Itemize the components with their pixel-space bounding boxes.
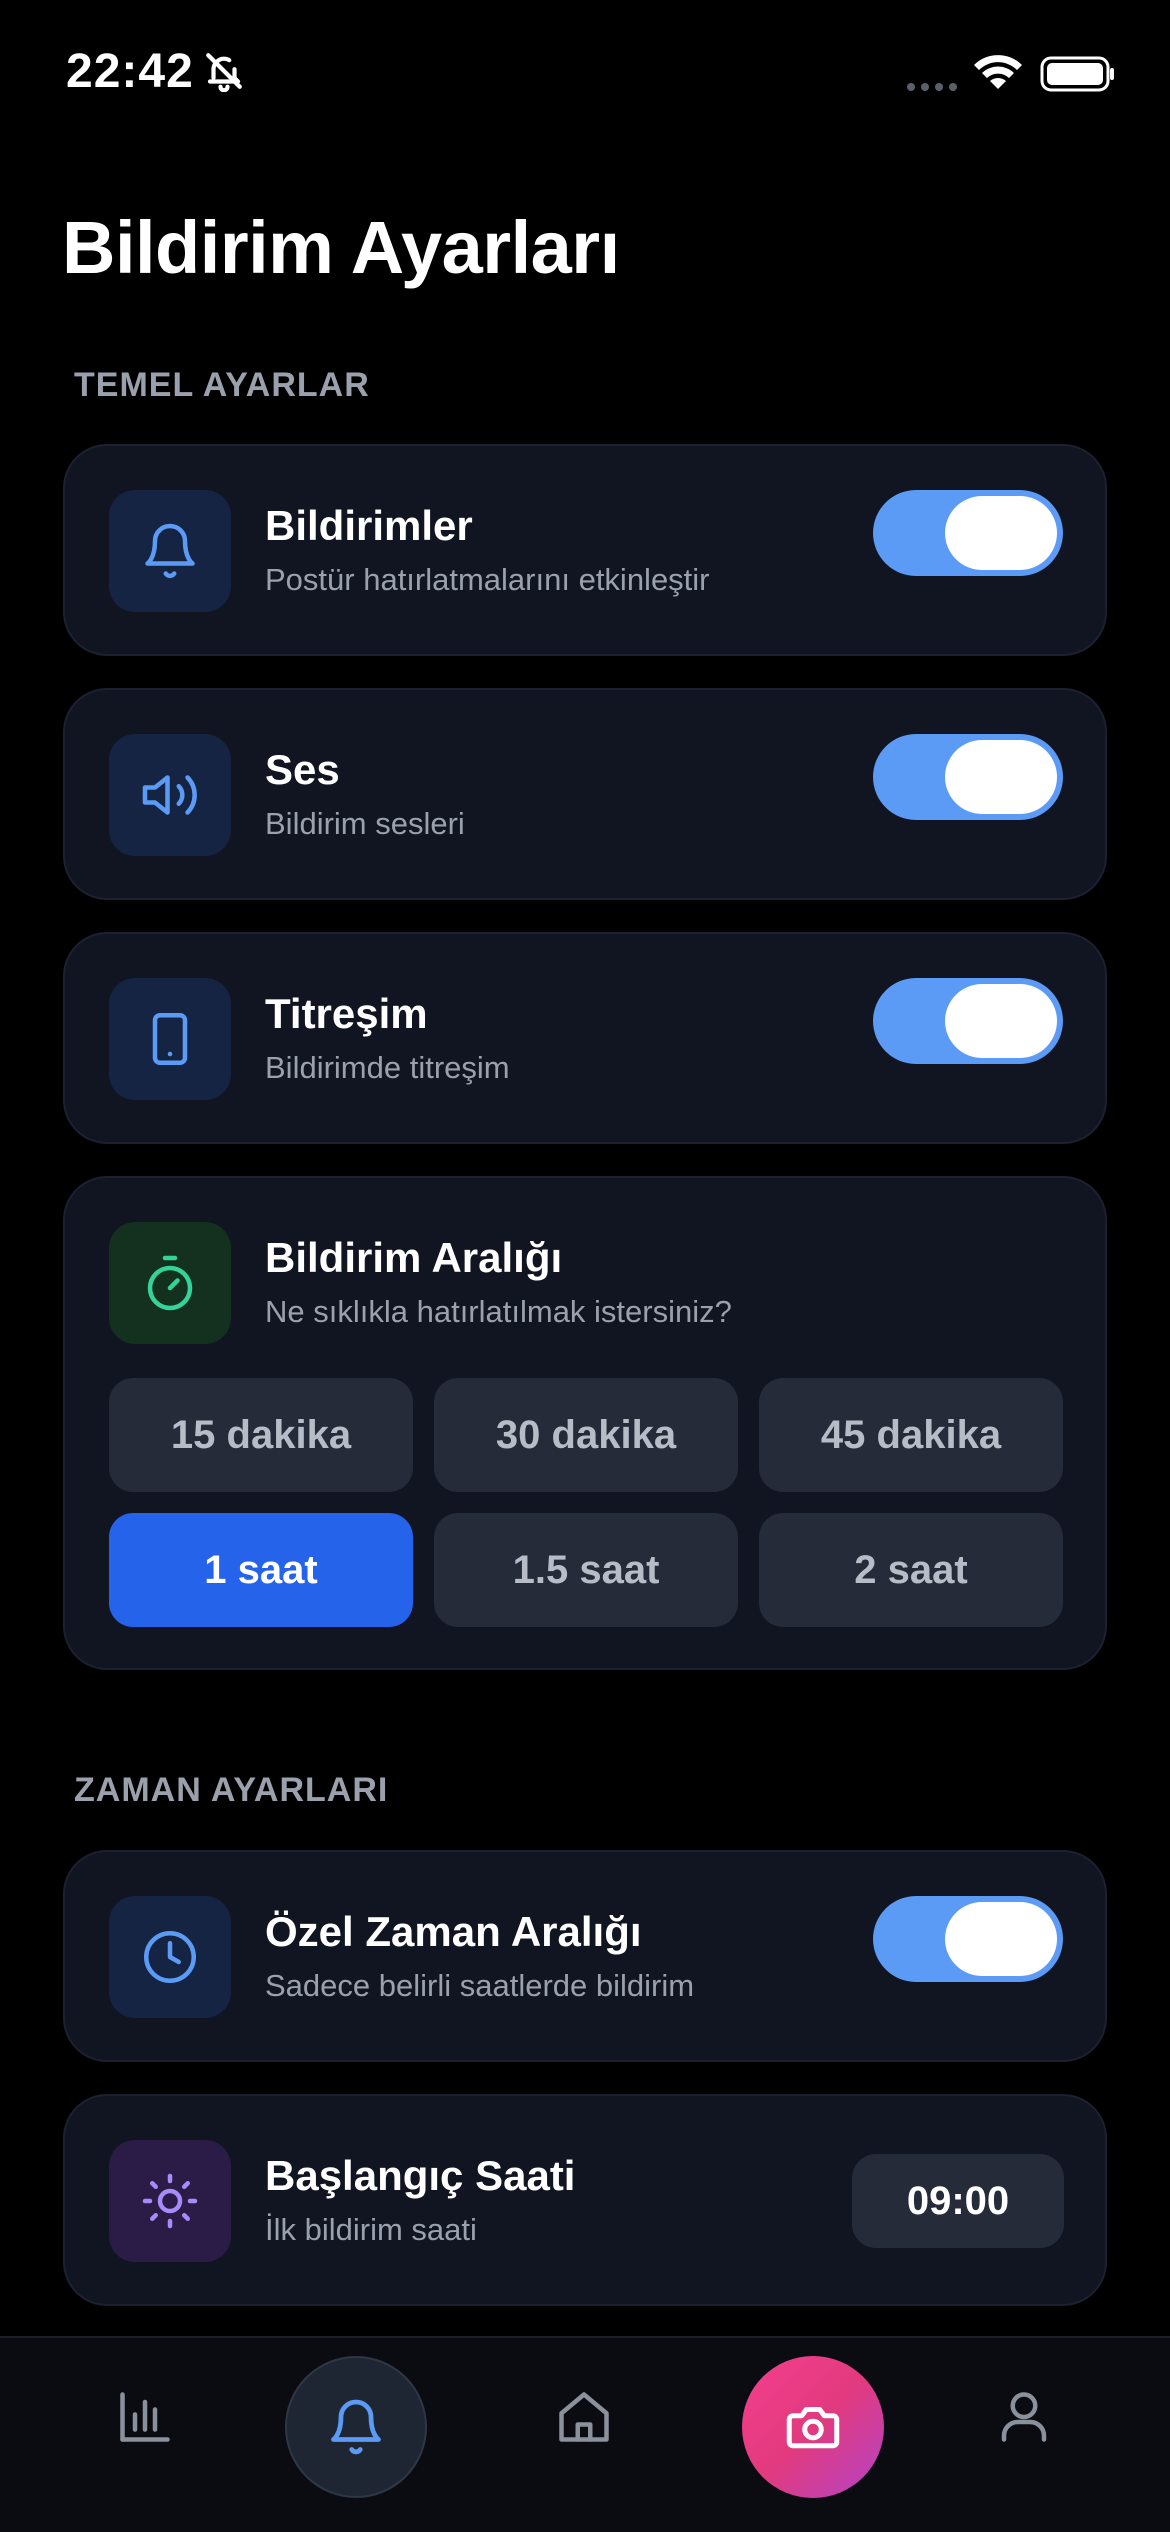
custom-time-subtitle: Sadece belirli saatlerde bildirim [265,1968,695,2003]
interval-card: Bildirim Aralığı Ne sıklıkla hatırlatılm… [63,1176,1107,1670]
interval-subtitle: Ne sıklıkla hatırlatılmak istersiniz? [265,1294,732,1329]
bell-icon [331,2399,381,2455]
vibration-toggle[interactable] [873,978,1063,1064]
vibration-icon-box [109,978,231,1100]
toggle-knob [945,740,1057,814]
interval-option-1-5-hour[interactable]: 1.5 saat [434,1513,738,1627]
start-time-value[interactable]: 09:00 [852,2154,1064,2248]
speaker-icon [142,775,197,815]
camera-icon [786,2407,840,2449]
nav-stats[interactable] [110,2382,180,2452]
vibration-title: Titreşim [265,990,428,1037]
custom-time-card: Özel Zaman Aralığı Sadece belirli saatle… [63,1850,1107,2062]
bottom-nav [0,2336,1170,2532]
cellular-signal-icon [907,83,957,91]
interval-option-15-min[interactable]: 15 dakika [109,1378,413,1492]
nav-notifications[interactable] [285,2356,427,2498]
interval-title: Bildirim Aralığı [265,1234,563,1281]
timer-icon [147,1255,193,1311]
sound-subtitle: Bildirim sesleri [265,806,465,841]
sound-title: Ses [265,746,340,793]
wifi-icon [974,55,1022,89]
notifications-subtitle: Postür hatırlatmalarını etkinleştir [265,562,710,597]
start-time-subtitle: İlk bildirim saati [265,2212,477,2247]
bell-icon [145,523,195,579]
interval-option-1-hour[interactable]: 1 saat [109,1513,413,1627]
section-header-basic: TEMEL AYARLAR [74,366,370,404]
bell-off-icon [206,53,242,92]
nav-home[interactable] [549,2382,619,2452]
sun-icon [142,2173,198,2229]
section-header-time: ZAMAN AYARLARI [74,1771,389,1809]
interval-option-30-min[interactable]: 30 dakika [434,1378,738,1492]
battery-icon [1040,56,1114,92]
toggle-knob [945,496,1057,570]
interval-option-2-hour[interactable]: 2 saat [759,1513,1063,1627]
start-time-title: Başlangıç Saati [265,2152,576,2199]
page-title: Bildirim Ayarları [62,206,620,289]
custom-time-toggle[interactable] [873,1896,1063,1982]
chart-icon [120,2392,170,2442]
nav-profile[interactable] [989,2382,1059,2452]
interval-option-45-min[interactable]: 45 dakika [759,1378,1063,1492]
vibration-card: Titreşim Bildirimde titreşim [63,932,1107,1144]
sound-toggle[interactable] [873,734,1063,820]
custom-time-icon-box [109,1896,231,2018]
notifications-toggle[interactable] [873,490,1063,576]
home-icon [559,2392,609,2442]
notifications-card: Bildirimler Postür hatırlatmalarını etki… [63,444,1107,656]
status-time: 22:42 [66,45,194,98]
start-time-icon-box [109,2140,231,2262]
interval-icon-box [109,1222,231,1344]
vibration-subtitle: Bildirimde titreşim [265,1050,510,1085]
custom-time-title: Özel Zaman Aralığı [265,1908,642,1955]
nav-camera[interactable] [742,2356,884,2498]
sound-icon-box [109,734,231,856]
user-icon [1001,2392,1047,2442]
notifications-title: Bildirimler [265,502,473,549]
sound-card: Ses Bildirim sesleri [63,688,1107,900]
toggle-knob [945,1902,1057,1976]
phone-icon [152,1013,188,1065]
start-time-card: Başlangıç Saati İlk bildirim saati 09:00 [63,2094,1107,2306]
clock-icon [144,1931,196,1983]
toggle-knob [945,984,1057,1058]
status-bar: 22:42 [0,0,1170,150]
notifications-icon-box [109,490,231,612]
